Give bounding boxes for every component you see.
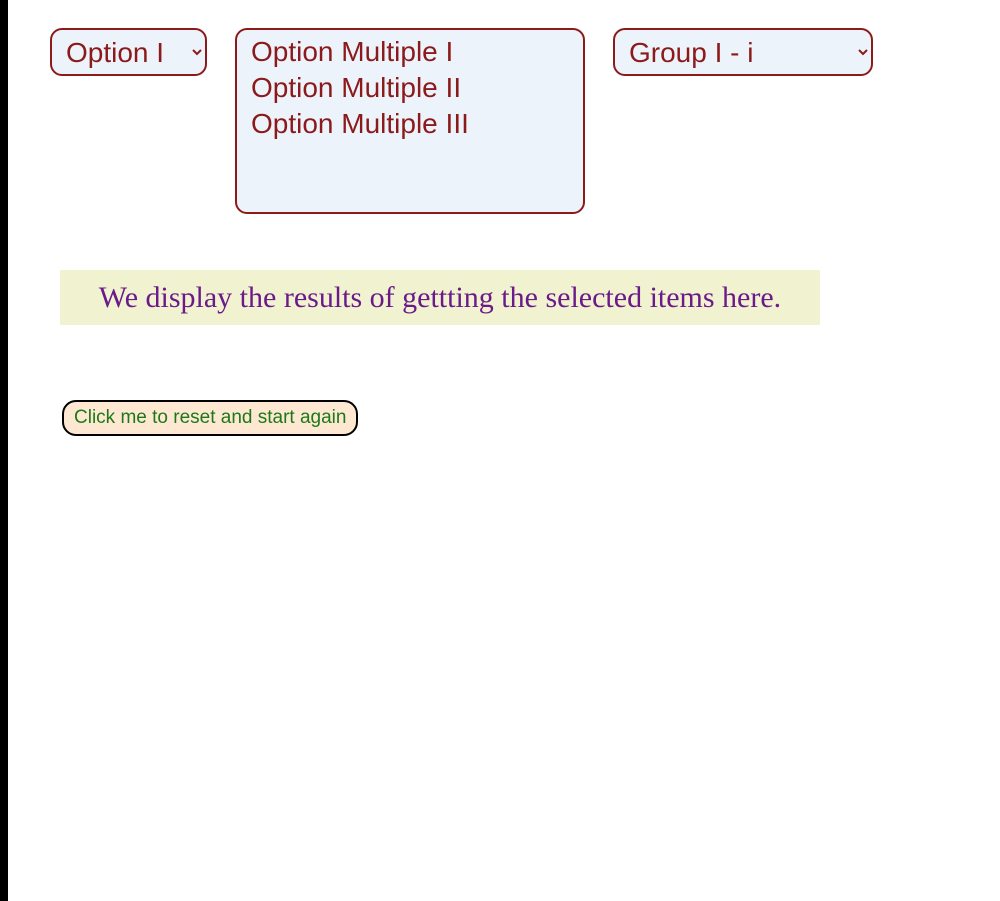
multi-select-option[interactable]: Option Multiple II [247,70,573,106]
multi-select[interactable]: Option Multiple I Option Multiple II Opt… [235,28,585,214]
reset-button[interactable]: Click me to reset and start again [62,400,358,436]
single-select[interactable]: Option I [50,28,207,76]
left-black-strip [0,0,8,901]
multi-select-option[interactable]: Option Multiple III [247,106,573,142]
multi-select-option[interactable]: Option Multiple I [247,34,573,70]
select-row: Option I Option Multiple I Option Multip… [50,28,873,214]
group-select[interactable]: Group I - i [613,28,873,76]
results-display: We display the results of gettting the s… [60,270,820,325]
